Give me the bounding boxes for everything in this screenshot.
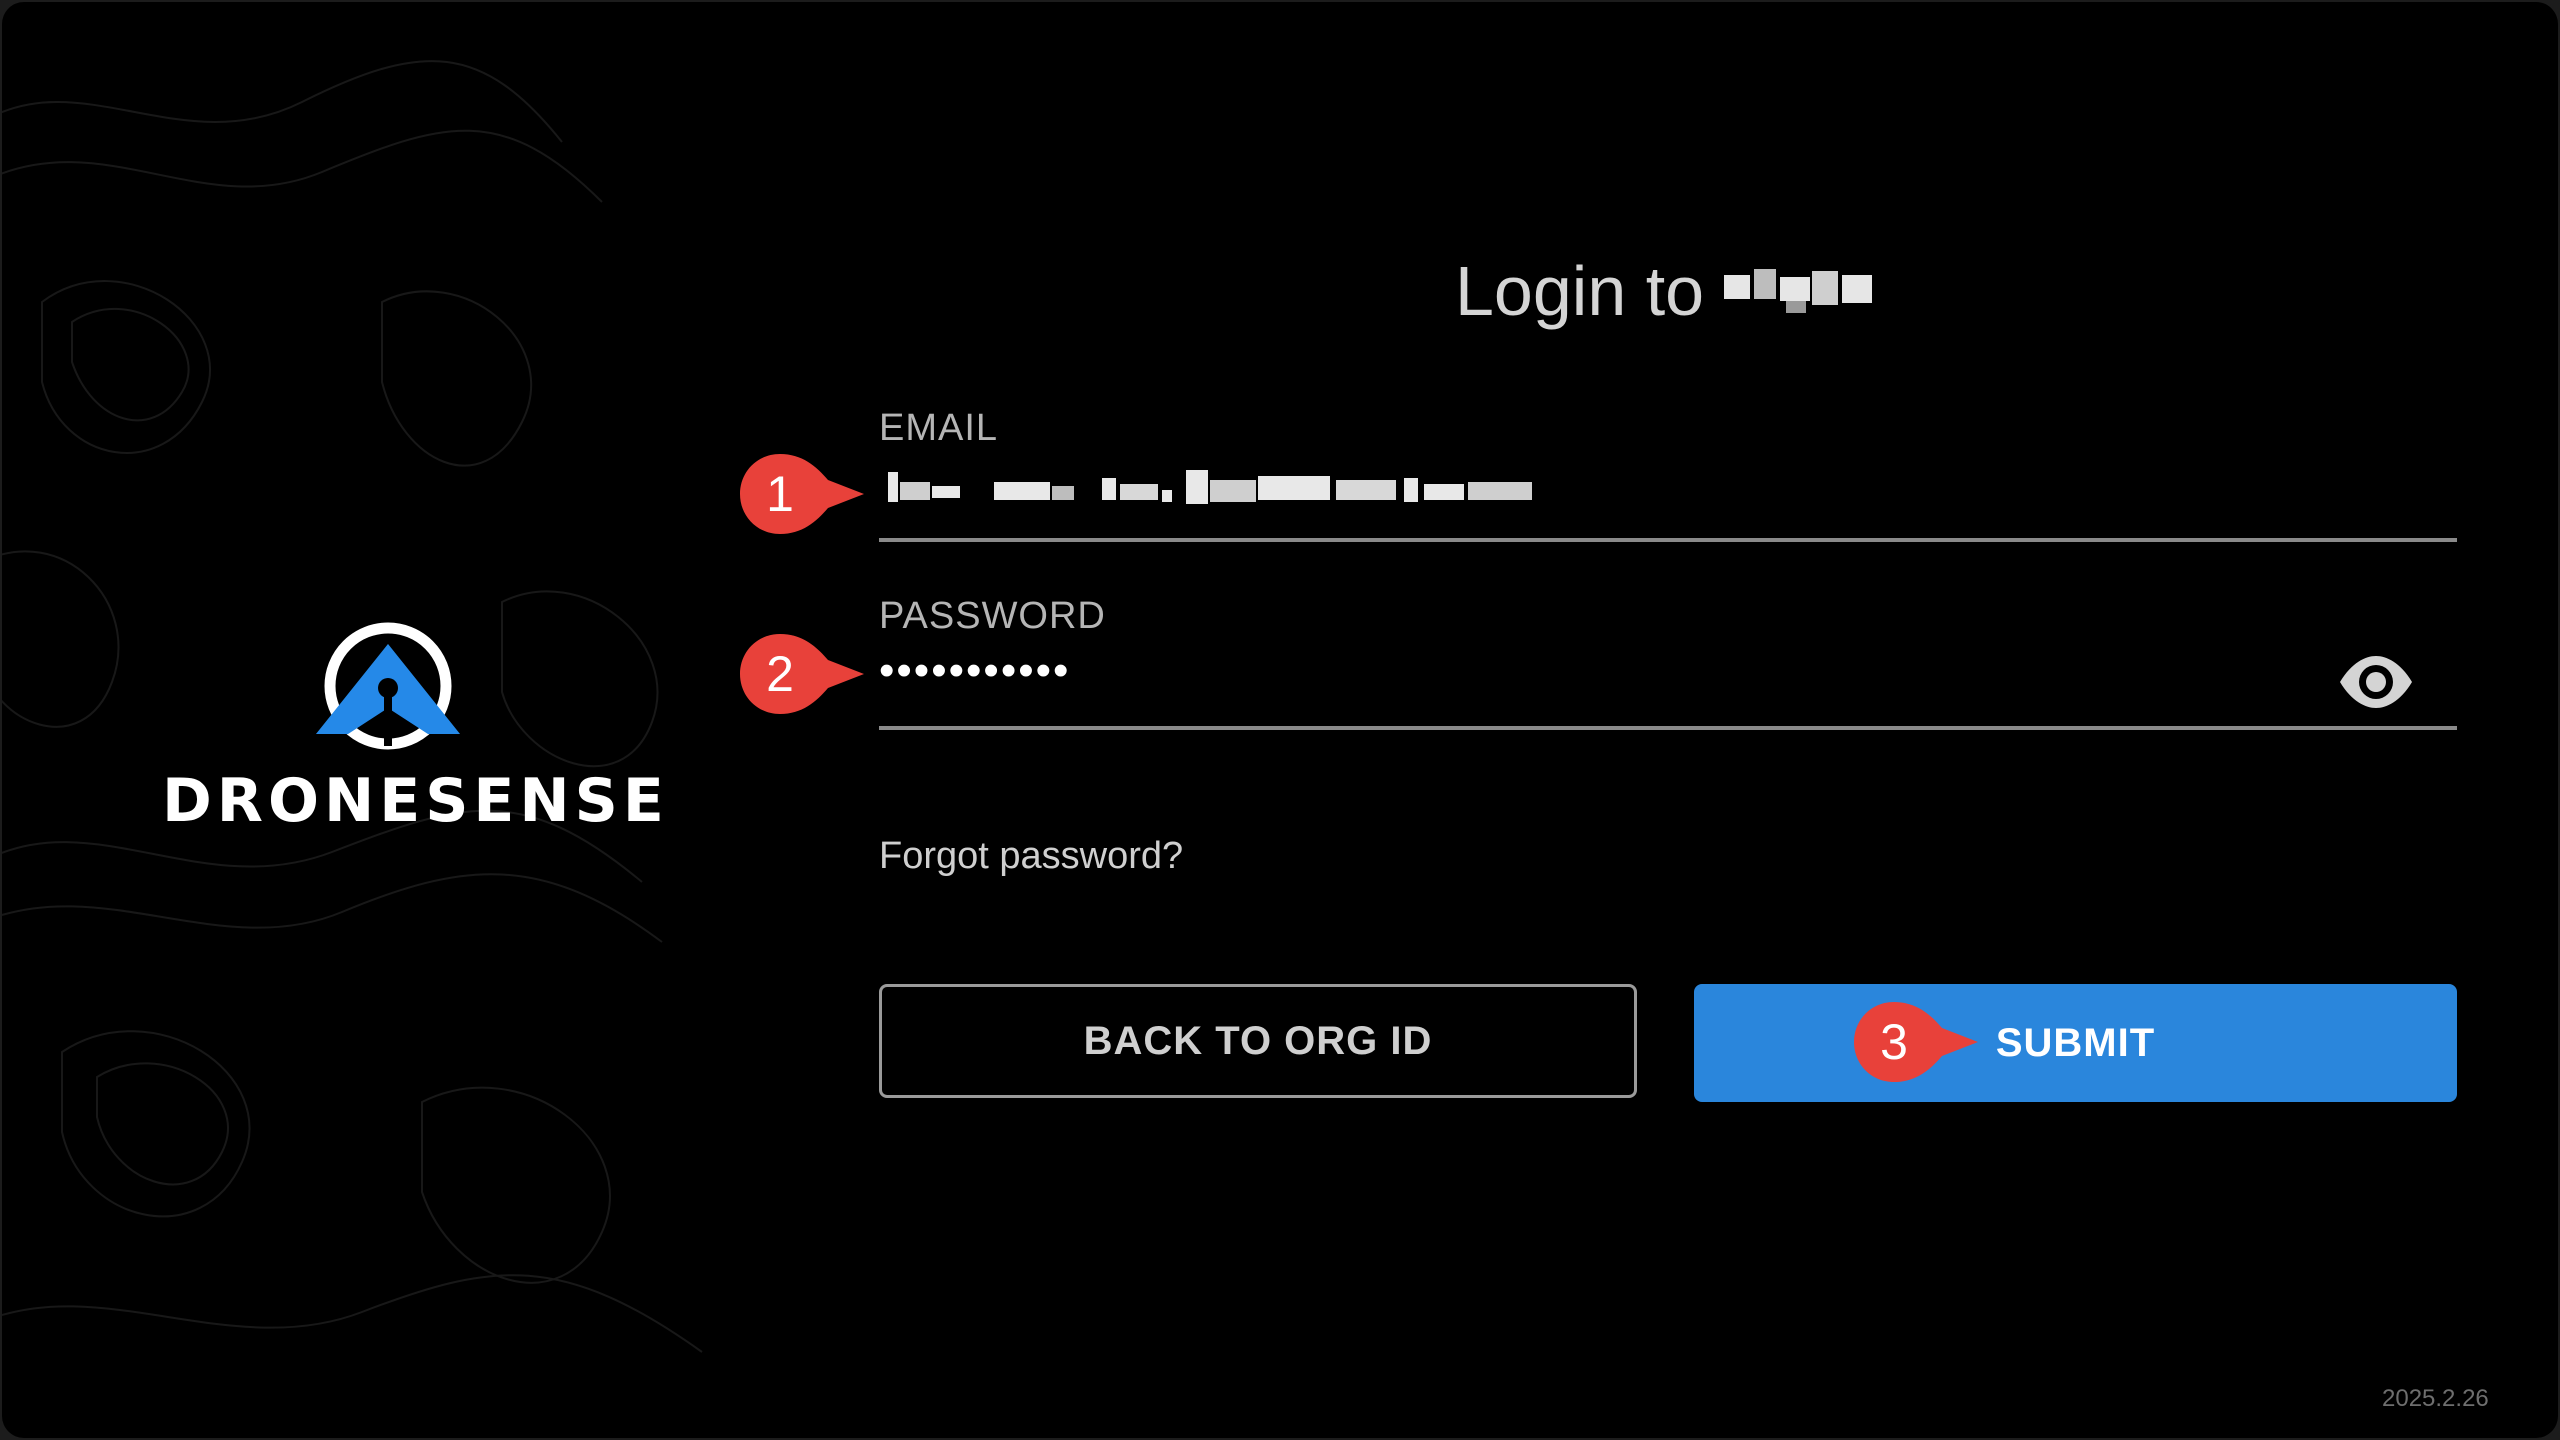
submit-button[interactable]: SUBMIT — [1694, 984, 2457, 1102]
redacted-org-name — [1724, 261, 1874, 321]
brand-logo: DRONESENSE — [162, 622, 669, 836]
password-label: PASSWORD — [879, 595, 1106, 637]
submit-button-label: SUBMIT — [1995, 1020, 2156, 1065]
brand-name: DRONESENSE — [162, 766, 669, 836]
email-field[interactable] — [884, 464, 1624, 510]
step-marker-number: 1 — [766, 466, 794, 522]
email-label: EMAIL — [879, 407, 999, 449]
step-marker-number: 3 — [1880, 1014, 1908, 1070]
back-to-org-id-button[interactable]: BACK TO ORG ID — [879, 984, 1637, 1098]
step-marker-number: 2 — [766, 646, 794, 702]
app-window: DRONESENSE Login to EMAIL PASSWORD •••••… — [2, 2, 2558, 1438]
password-underline — [879, 726, 2457, 730]
version-label: 2025.2.26 — [2382, 1385, 2489, 1412]
redacted-email-value — [888, 470, 1532, 504]
page-title: Login to — [1455, 246, 1874, 336]
step-marker-1: 1 — [738, 452, 870, 536]
page-title-text: Login to — [1455, 252, 1705, 330]
step-marker-3: 3 — [1852, 1000, 1984, 1084]
dronesense-logo-icon — [316, 622, 460, 750]
step-marker-2: 2 — [738, 632, 870, 716]
email-underline — [879, 538, 2457, 542]
eye-icon[interactable] — [2338, 654, 2414, 710]
password-field[interactable]: ••••••••••• — [879, 646, 1070, 696]
forgot-password-link[interactable]: Forgot password? — [879, 832, 1183, 880]
